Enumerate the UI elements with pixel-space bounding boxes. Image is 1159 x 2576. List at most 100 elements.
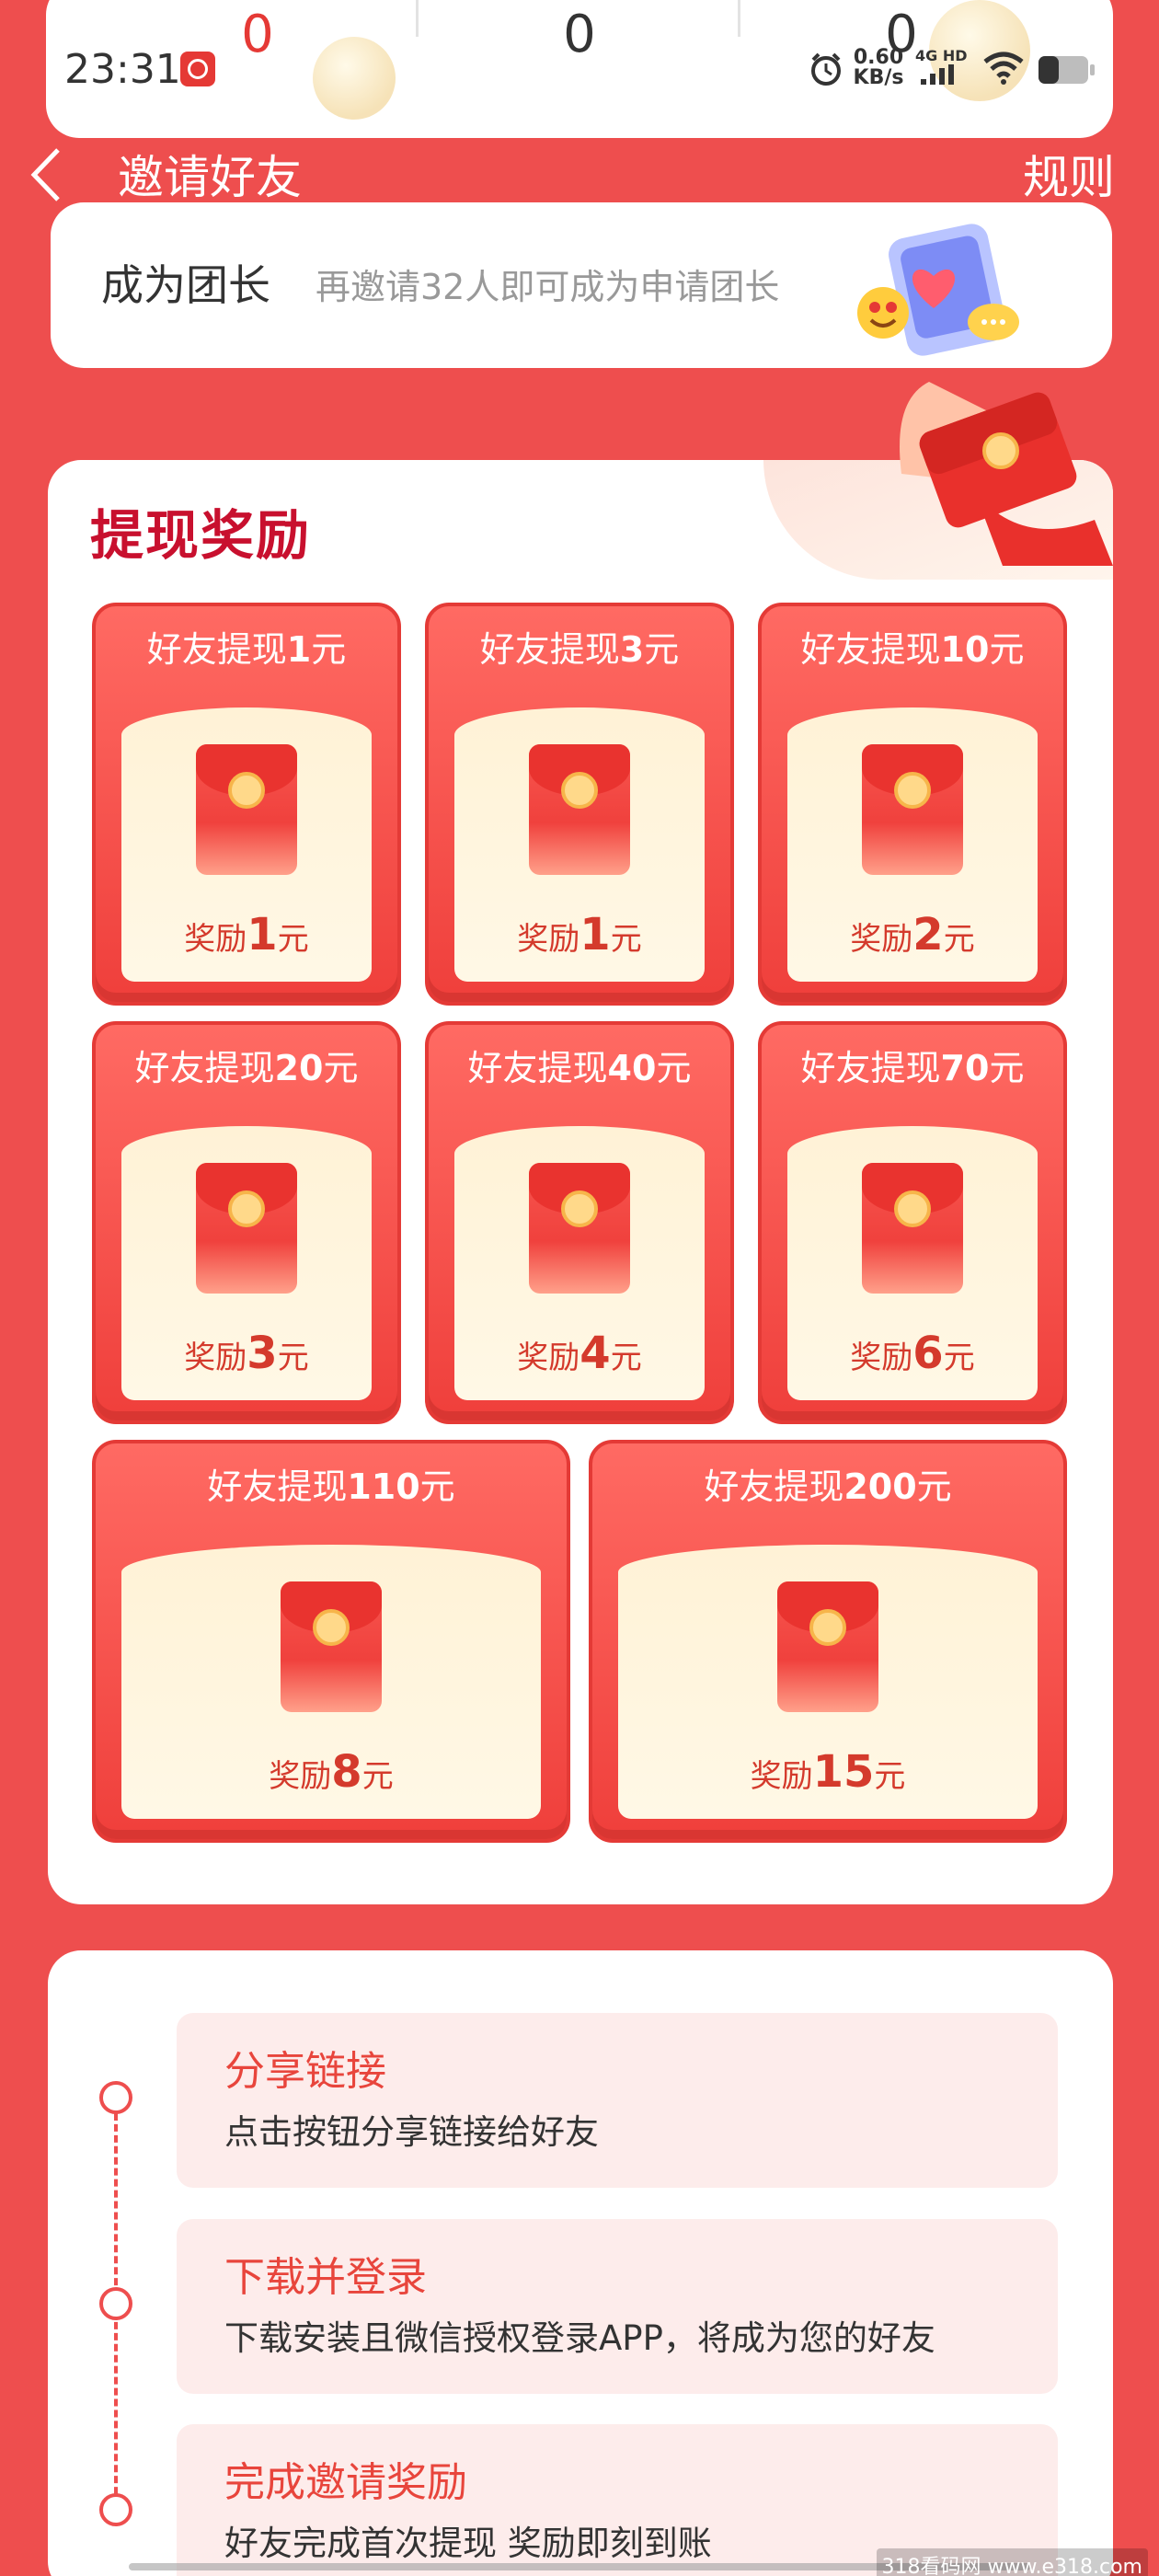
unit: 元 <box>277 921 309 958</box>
app-notification-icon <box>180 52 215 86</box>
hand-envelope-icon <box>900 382 1113 566</box>
signal-icon: 4G HD <box>915 47 968 85</box>
unit: 元 <box>989 629 1025 670</box>
unit: 元 <box>610 1340 642 1376</box>
coin-decoration <box>313 37 396 120</box>
amount-prefix: 奖励 <box>750 1758 813 1795</box>
unit: 元 <box>916 1466 952 1507</box>
reward-tile-head: 好友提现20元 <box>96 1045 397 1091</box>
reward-amount: 奖励3元 <box>121 1328 372 1384</box>
head-prefix: 好友提现 <box>800 629 941 670</box>
step-item: 下载并登录 下载安装且微信授权登录APP，将成为您的好友 <box>177 2219 1058 2394</box>
net-speed: 0.60 KB/s <box>851 48 906 88</box>
red-envelope-icon <box>862 1163 963 1294</box>
step-title: 完成邀请奖励 <box>224 2459 467 2506</box>
reward-tile: 好友提现110元 奖励8元 <box>92 1440 570 1843</box>
unit: 元 <box>656 1048 692 1088</box>
head-prefix: 好友提现 <box>146 629 287 670</box>
reward-value: 6 <box>912 1328 944 1379</box>
back-icon[interactable] <box>23 143 69 207</box>
red-envelope-icon <box>862 744 963 875</box>
unit: 元 <box>610 921 642 958</box>
red-envelope-icon <box>281 1581 382 1712</box>
reward-tile-body: 奖励1元 <box>454 707 705 982</box>
page-title: 邀请好友 <box>118 151 302 204</box>
unit: 元 <box>943 1340 975 1376</box>
reward-tile-head: 好友提现200元 <box>592 1464 1063 1510</box>
unit: 元 <box>943 921 975 958</box>
phone-heart-icon <box>857 224 1019 356</box>
withdraw-amount: 200 <box>843 1466 917 1507</box>
watermark: 318看码网 www.e318.com <box>876 2548 1148 2576</box>
red-envelope-icon <box>196 744 297 875</box>
step-title: 下载并登录 <box>224 2254 427 2301</box>
head-prefix: 好友提现 <box>704 1466 844 1507</box>
amount-prefix: 奖励 <box>850 921 913 958</box>
reward-value: 15 <box>812 1746 875 1798</box>
reward-tile-body: 奖励1元 <box>121 707 372 982</box>
unit: 元 <box>989 1048 1025 1088</box>
step-desc: 下载安装且微信授权登录APP，将成为您的好友 <box>224 2318 935 2358</box>
reward-tile: 好友提现1元 奖励1元 <box>92 603 401 1006</box>
withdraw-amount: 20 <box>274 1048 324 1088</box>
reward-value: 2 <box>912 909 944 960</box>
status-time: 23:31 <box>64 46 181 93</box>
unit: 元 <box>419 1466 455 1507</box>
reward-value: 8 <box>331 1746 362 1798</box>
step-desc: 点击按钮分享链接给好友 <box>224 2112 599 2152</box>
reward-amount: 奖励6元 <box>787 1328 1038 1384</box>
battery-icon <box>1039 56 1095 84</box>
stat-divider <box>738 0 740 37</box>
reward-amount: 奖励4元 <box>454 1328 705 1384</box>
reward-tile: 好友提现40元 奖励4元 <box>425 1021 734 1424</box>
rewards-title: 提现奖励 <box>90 504 312 567</box>
reward-tile: 好友提现10元 奖励2元 <box>758 603 1067 1006</box>
amount-prefix: 奖励 <box>850 1340 913 1376</box>
head-prefix: 好友提现 <box>134 1048 275 1088</box>
step-dot <box>99 2493 132 2526</box>
reward-tile: 好友提现200元 奖励15元 <box>589 1440 1067 1843</box>
step-dot <box>99 2081 132 2114</box>
reward-amount: 奖励2元 <box>787 909 1038 965</box>
reward-tile-head: 好友提现1元 <box>96 627 397 673</box>
head-prefix: 好友提现 <box>479 629 620 670</box>
reward-amount: 奖励1元 <box>121 909 372 965</box>
withdraw-amount: 3 <box>619 629 645 670</box>
reward-tile-head: 好友提现110元 <box>96 1464 567 1510</box>
reward-value: 4 <box>580 1328 611 1379</box>
stat-value-2: 0 <box>563 5 596 64</box>
reward-tile-head: 好友提现40元 <box>429 1045 730 1091</box>
red-envelope-icon <box>777 1581 878 1712</box>
steps-card: 分享链接 点击按钮分享链接给好友 下载并登录 下载安装且微信授权登录APP，将成… <box>48 1950 1113 2576</box>
unit: 元 <box>277 1340 309 1376</box>
reward-amount: 奖励1元 <box>454 909 705 965</box>
reward-tile-body: 奖励6元 <box>787 1126 1038 1400</box>
stat-value-1: 0 <box>241 5 274 64</box>
red-envelope-icon <box>529 744 630 875</box>
reward-value: 1 <box>247 909 278 960</box>
leader-card[interactable]: 成为团长 再邀请32人即可成为申请团长 <box>51 202 1112 368</box>
withdraw-amount: 110 <box>347 1466 420 1507</box>
step-dot <box>99 2287 132 2320</box>
leader-desc: 再邀请32人即可成为申请团长 <box>316 267 780 307</box>
reward-tile-head: 好友提现10元 <box>762 627 1063 673</box>
head-prefix: 好友提现 <box>800 1048 941 1088</box>
withdraw-amount: 10 <box>940 629 990 670</box>
reward-value: 1 <box>580 909 611 960</box>
withdraw-amount: 70 <box>940 1048 990 1088</box>
leader-title: 成为团长 <box>101 260 270 310</box>
reward-tile: 好友提现70元 奖励6元 <box>758 1021 1067 1424</box>
amount-prefix: 奖励 <box>517 921 580 958</box>
red-envelope-icon <box>529 1163 630 1294</box>
reward-amount: 奖励15元 <box>618 1746 1038 1802</box>
rules-link[interactable]: 规则 <box>1023 145 1115 210</box>
step-desc: 好友完成首次提现 奖励即刻到账 <box>224 2524 712 2563</box>
alarm-icon <box>811 52 841 86</box>
amount-prefix: 奖励 <box>184 1340 247 1376</box>
reward-tile-head: 好友提现70元 <box>762 1045 1063 1091</box>
amount-prefix: 奖励 <box>269 1758 332 1795</box>
reward-amount: 奖励8元 <box>121 1746 541 1802</box>
reward-tile-body: 奖励15元 <box>618 1545 1038 1819</box>
net-speed-unit: KB/s <box>853 66 904 89</box>
unit: 元 <box>311 629 347 670</box>
